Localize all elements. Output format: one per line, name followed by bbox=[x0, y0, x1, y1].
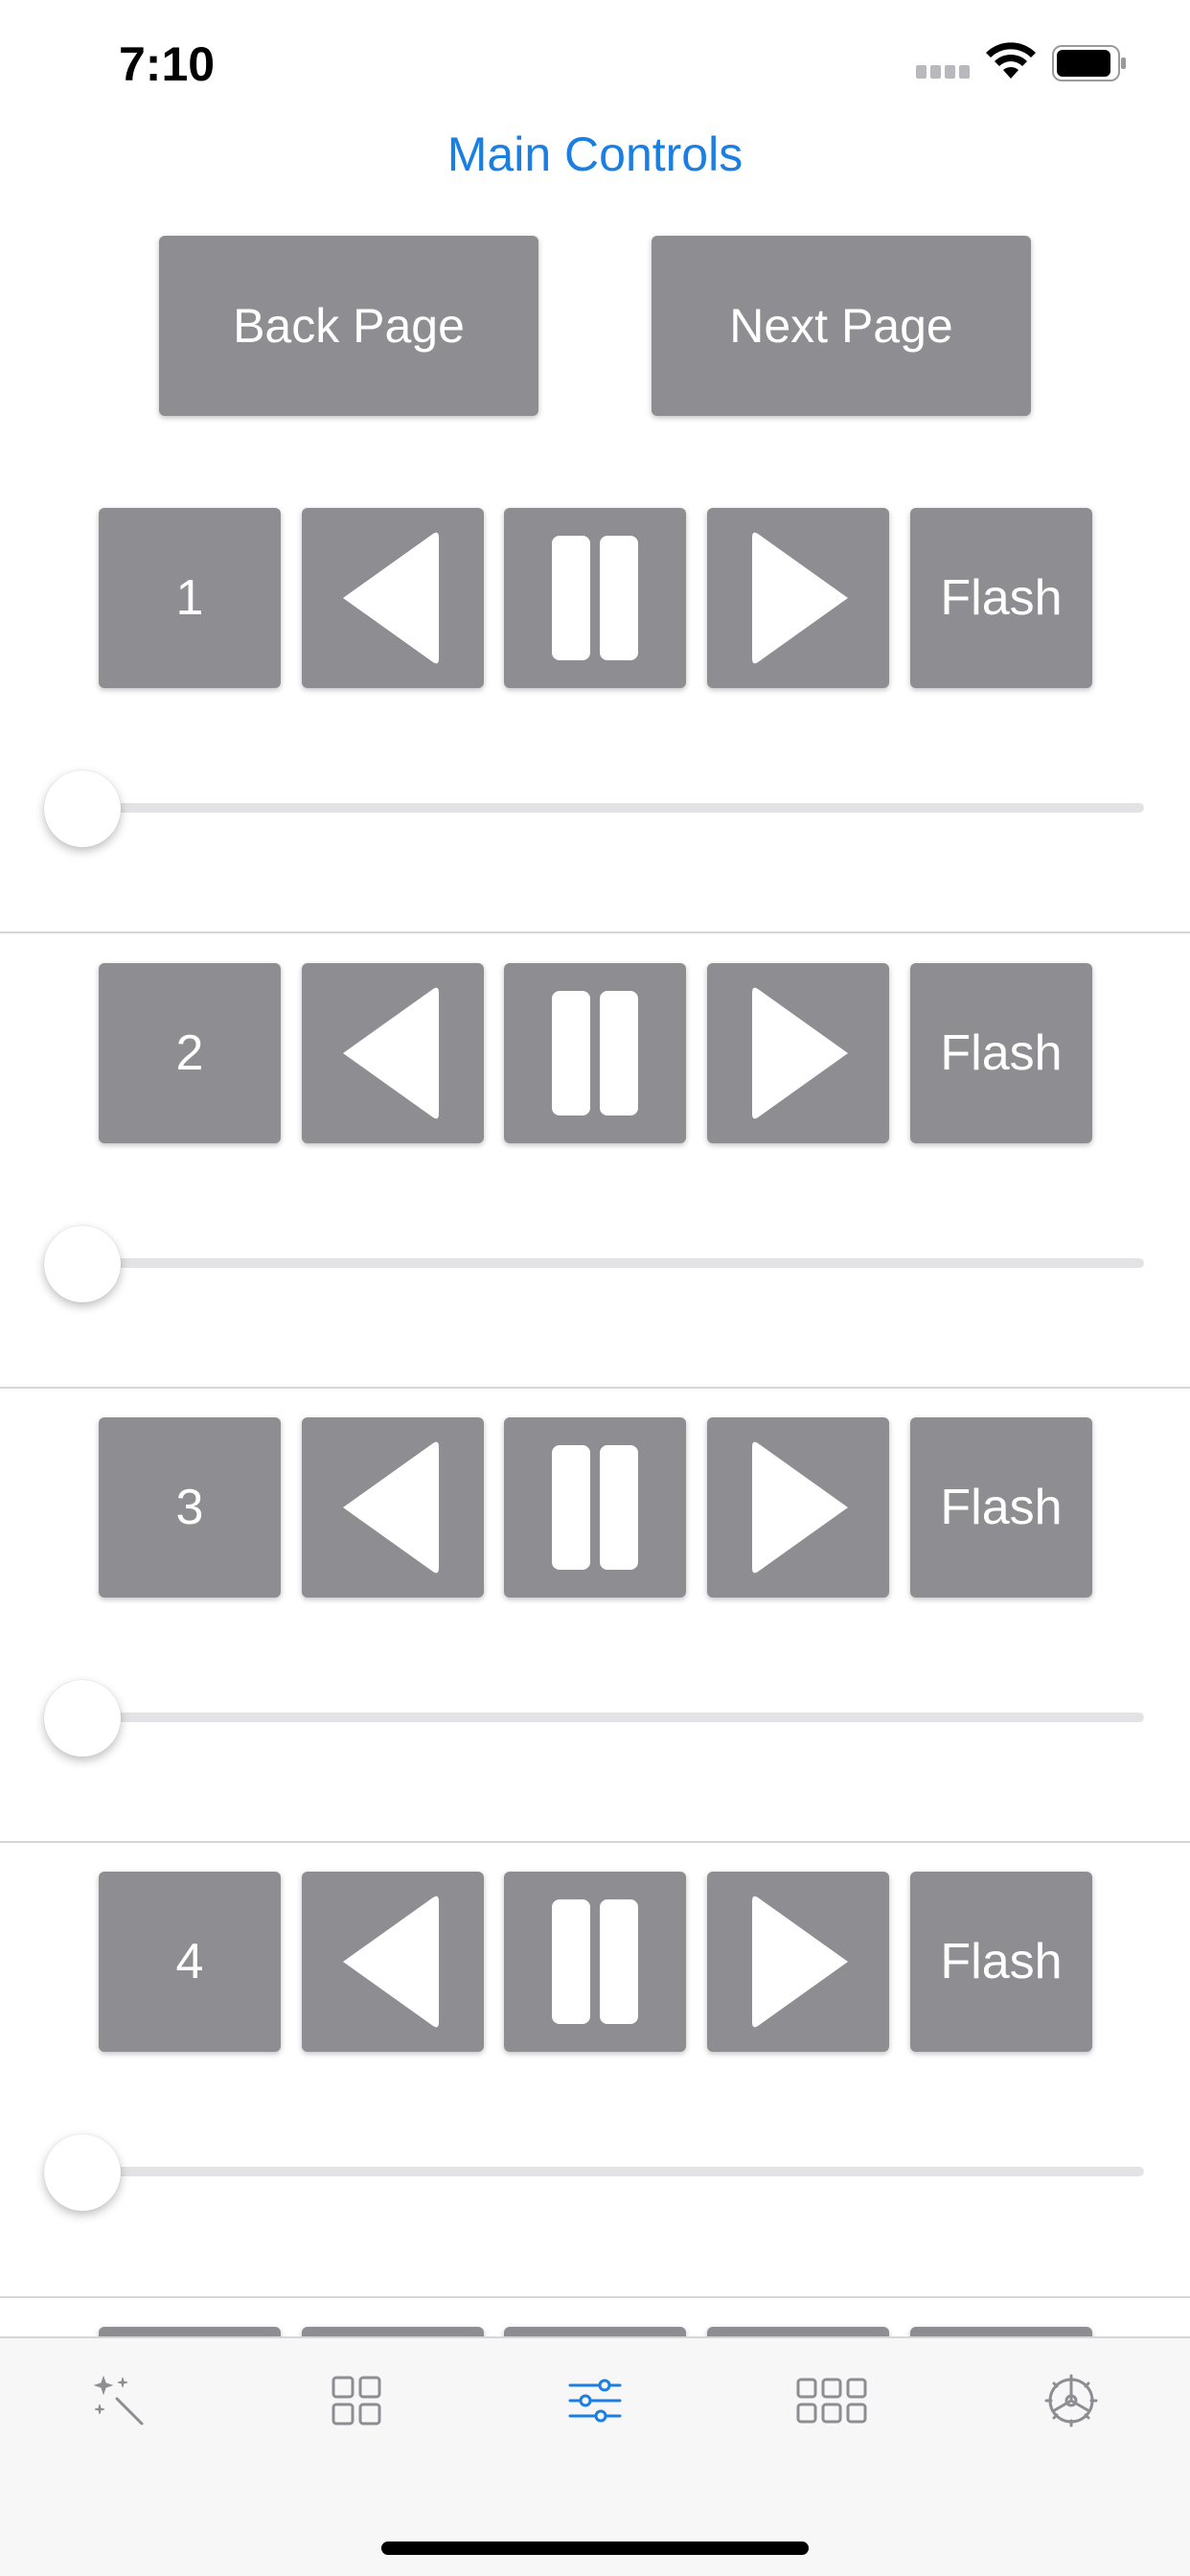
play-icon bbox=[752, 1441, 848, 1574]
rewind-button[interactable] bbox=[302, 963, 484, 1143]
play-reverse-icon bbox=[343, 987, 439, 1119]
channel-number-button[interactable]: 4 bbox=[99, 1872, 281, 2052]
pause-button[interactable] bbox=[504, 1872, 686, 2052]
channel-number-button[interactable]: 1 bbox=[99, 508, 281, 688]
pause-icon bbox=[552, 991, 638, 1116]
channel-row: 1 Flash bbox=[0, 508, 1190, 962]
pause-button[interactable] bbox=[504, 1417, 686, 1598]
play-icon bbox=[752, 1896, 848, 2028]
level-slider-track[interactable] bbox=[84, 803, 1144, 813]
channel-number-button[interactable]: 3 bbox=[99, 1417, 281, 1598]
status-bar: 7:10 bbox=[0, 0, 1190, 128]
pause-button[interactable] bbox=[504, 963, 686, 1143]
cellular-signal-icon bbox=[916, 61, 970, 79]
pause-icon bbox=[552, 1899, 638, 2024]
play-button[interactable] bbox=[707, 1417, 889, 1598]
play-reverse-icon bbox=[343, 1441, 439, 1574]
level-slider-track[interactable] bbox=[84, 2167, 1144, 2176]
channel-row: 4 Flash bbox=[0, 1872, 1190, 2326]
wifi-icon bbox=[986, 42, 1036, 79]
magic-wand-icon bbox=[93, 2375, 144, 2426]
play-reverse-icon bbox=[343, 1896, 439, 2028]
grid-2x2-icon bbox=[332, 2376, 381, 2426]
level-slider-thumb[interactable] bbox=[44, 1680, 121, 1757]
divider bbox=[0, 932, 1190, 933]
rewind-button[interactable] bbox=[302, 1872, 484, 2052]
pause-icon bbox=[552, 1445, 638, 1570]
rewind-button[interactable] bbox=[302, 508, 484, 688]
tab-bar bbox=[0, 2336, 1190, 2576]
tab-main-controls[interactable] bbox=[538, 2358, 652, 2444]
battery-icon bbox=[1052, 45, 1126, 81]
divider bbox=[0, 2296, 1190, 2298]
flash-button[interactable]: Flash bbox=[910, 1872, 1092, 2052]
flash-button[interactable]: Flash bbox=[910, 963, 1092, 1143]
settings-icon bbox=[1044, 2374, 1098, 2427]
tab-palettes[interactable] bbox=[774, 2358, 889, 2444]
channel-row: 3 Flash bbox=[0, 1417, 1190, 1872]
play-reverse-icon bbox=[343, 532, 439, 664]
tab-grid[interactable] bbox=[299, 2358, 414, 2444]
channel-row: 2 Flash bbox=[0, 963, 1190, 1417]
flash-button[interactable]: Flash bbox=[910, 1417, 1092, 1598]
level-slider-thumb[interactable] bbox=[44, 2134, 121, 2211]
play-icon bbox=[752, 532, 848, 664]
grid-3x2-icon bbox=[796, 2378, 867, 2424]
level-slider-track[interactable] bbox=[84, 1258, 1144, 1268]
flash-button[interactable]: Flash bbox=[910, 508, 1092, 688]
play-button[interactable] bbox=[707, 508, 889, 688]
level-slider-track[interactable] bbox=[84, 1713, 1144, 1722]
rewind-button[interactable] bbox=[302, 1417, 484, 1598]
tab-effects[interactable] bbox=[61, 2358, 176, 2444]
status-time: 7:10 bbox=[119, 37, 216, 91]
divider bbox=[0, 1387, 1190, 1389]
level-slider-thumb[interactable] bbox=[44, 1226, 121, 1302]
sliders-icon bbox=[568, 2379, 622, 2423]
back-page-button[interactable]: Back Page bbox=[159, 236, 538, 416]
page-title: Main Controls bbox=[446, 127, 744, 181]
channel-number-button[interactable]: 2 bbox=[99, 963, 281, 1143]
tab-settings[interactable] bbox=[1014, 2358, 1129, 2444]
divider bbox=[0, 1841, 1190, 1843]
play-button[interactable] bbox=[707, 963, 889, 1143]
next-page-button[interactable]: Next Page bbox=[652, 236, 1031, 416]
play-button[interactable] bbox=[707, 1872, 889, 2052]
play-icon bbox=[752, 987, 848, 1119]
pause-button[interactable] bbox=[504, 508, 686, 688]
pause-icon bbox=[552, 536, 638, 660]
home-indicator bbox=[381, 2542, 809, 2555]
level-slider-thumb[interactable] bbox=[44, 770, 121, 847]
